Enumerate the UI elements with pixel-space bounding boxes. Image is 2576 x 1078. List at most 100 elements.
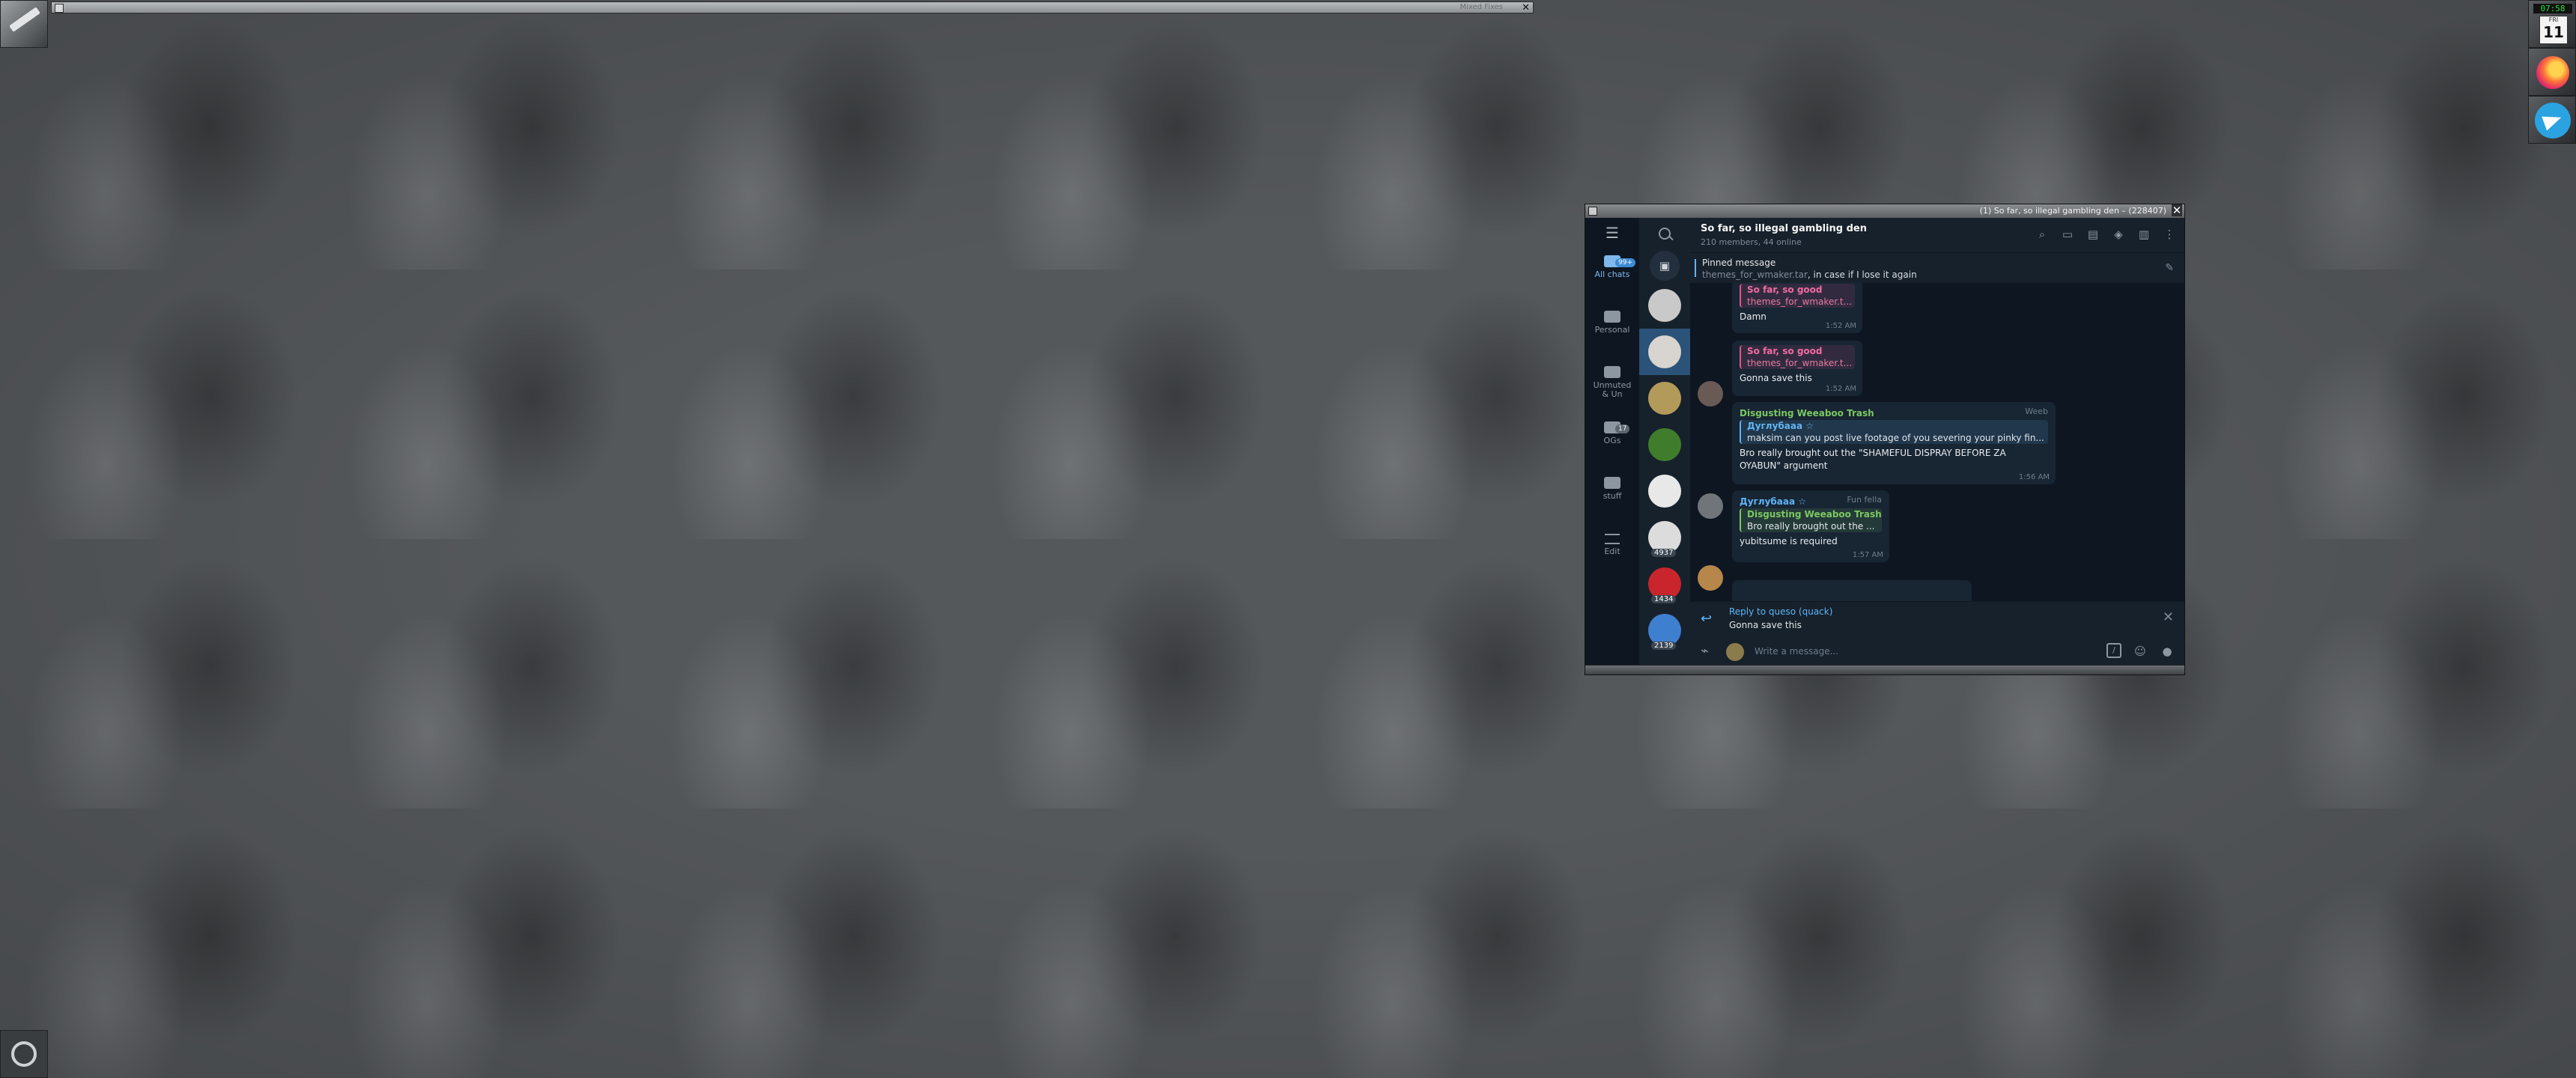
message-time: 1:52 AM bbox=[1825, 385, 1856, 393]
reply-bar[interactable]: ↩ Reply to queso (quack) Gonna save this… bbox=[1690, 601, 2184, 636]
message-input[interactable] bbox=[1753, 642, 2145, 661]
message-time: 1:56 AM bbox=[2018, 473, 2050, 481]
message-bubble[interactable]: So far, so good themes_for_wmaker.t... G… bbox=[1732, 341, 1862, 396]
chat-list-item[interactable] bbox=[1639, 421, 1690, 468]
chat-header[interactable]: So far, so illegal gambling den 210 memb… bbox=[1690, 218, 2184, 252]
chat-list-item[interactable] bbox=[1639, 282, 1690, 329]
close-button[interactable]: ✕ bbox=[1522, 2, 1530, 13]
reply-to-name: Reply to queso (quack) bbox=[1729, 606, 1833, 617]
message-bubble[interactable]: So far, so good themes_for_wmaker.t... D… bbox=[1732, 282, 1862, 333]
chat-list-item[interactable] bbox=[1639, 375, 1690, 421]
folder-personal[interactable]: Personal bbox=[1585, 311, 1639, 359]
close-icon[interactable]: ✕ bbox=[2163, 609, 2174, 625]
chat-list-item[interactable]: 1434 bbox=[1639, 561, 1690, 607]
folder-stuff[interactable]: stuff bbox=[1585, 477, 1639, 525]
pin-list-icon[interactable]: ✎ bbox=[2165, 262, 2174, 274]
message-text: Gonna save this bbox=[1740, 373, 1812, 383]
desktop-background bbox=[0, 0, 2576, 1078]
unread-badge: 17 bbox=[1615, 424, 1630, 433]
clip-icon[interactable] bbox=[0, 1030, 48, 1078]
folder-label: Unmuted & Un bbox=[1593, 380, 1632, 399]
message-sender[interactable]: Disgusting Weeaboo Trash bbox=[1740, 406, 2048, 420]
avatar[interactable] bbox=[1698, 565, 1723, 591]
comments-icon[interactable]: ▭ bbox=[2060, 227, 2075, 242]
emoji-icon[interactable]: ☺ bbox=[2132, 643, 2148, 660]
message-time: 1:57 AM bbox=[1852, 551, 1883, 559]
chat-list-item[interactable]: 2139 bbox=[1639, 607, 1690, 654]
windowmaker-appicon[interactable] bbox=[0, 0, 48, 48]
miniaturize-button[interactable] bbox=[1588, 207, 1597, 216]
unread-count: 1434 bbox=[1651, 595, 1677, 603]
message-text: Bro really brought out the "SHAMEFUL DIS… bbox=[1740, 448, 2006, 471]
chat-list-item[interactable] bbox=[1639, 329, 1690, 375]
folder-unmuted[interactable]: Unmuted & Un bbox=[1585, 366, 1639, 414]
reply-text: themes_for_wmaker.t... bbox=[1747, 296, 1853, 307]
search-button[interactable] bbox=[1639, 218, 1690, 249]
chat-subtitle: 210 members, 44 online bbox=[1701, 237, 1802, 247]
folder-all-chats[interactable]: 99+ All chats bbox=[1585, 255, 1639, 303]
folder-label: stuff bbox=[1603, 491, 1622, 501]
close-button[interactable]: ✕ bbox=[2172, 204, 2182, 216]
window-titlebar[interactable]: (1) So far, so illegal gambling den – (2… bbox=[1585, 204, 2184, 219]
calendar-icon[interactable]: ▤ bbox=[2086, 227, 2100, 242]
dock-clock-tile[interactable]: 07:58 FRI 11 bbox=[2528, 0, 2576, 48]
reply-to-text: Gonna save this bbox=[1729, 620, 1802, 630]
microphone-icon[interactable]: ● bbox=[2159, 643, 2175, 660]
chat-list-item[interactable]: 4937 bbox=[1639, 514, 1690, 561]
folder-label: Personal bbox=[1594, 325, 1630, 335]
unread-badge: 99+ bbox=[1615, 258, 1635, 267]
composer: ⌁ / ☺ ● bbox=[1690, 636, 2184, 667]
search-icon[interactable]: ⌕ bbox=[2035, 227, 2050, 242]
shield-icon[interactable]: ◈ bbox=[2111, 227, 2126, 242]
folders-sidebar: ☰ 99+ All chats Personal Unmuted & Un 17… bbox=[1585, 218, 1639, 666]
avatar[interactable] bbox=[1698, 381, 1723, 406]
message-text: yubitsume is required bbox=[1740, 536, 1838, 546]
message-bubble[interactable] bbox=[1732, 580, 1972, 601]
message-bubble[interactable]: Disgusting Weeaboo Trash Weeb Дуглубааа … bbox=[1732, 402, 2056, 484]
pinned-text-rest: , in case if I lose it again bbox=[1807, 270, 1917, 280]
folder-icon bbox=[1604, 366, 1620, 378]
dock-telegram[interactable] bbox=[2528, 96, 2576, 144]
pinned-message[interactable]: Pinned message themes_for_wmaker.tar, in… bbox=[1690, 252, 2184, 283]
menu-icon[interactable]: ☰ bbox=[1585, 218, 1639, 248]
pinned-title: Pinned message bbox=[1702, 258, 1776, 268]
window-title: Mixed Fixes bbox=[1459, 3, 1503, 11]
pinned-text: themes_for_wmaker.tar, in case if I lose… bbox=[1702, 270, 1917, 280]
window-resizebar[interactable] bbox=[1585, 665, 2184, 674]
pen-icon bbox=[9, 7, 40, 32]
folder-icon bbox=[1604, 477, 1620, 489]
sliders-icon bbox=[1605, 534, 1620, 544]
more-icon[interactable]: ⋮ bbox=[2162, 227, 2177, 242]
reply-preview[interactable]: Дуглубааа ☆ maksim can you post live foo… bbox=[1740, 420, 2048, 444]
send-as-avatar[interactable] bbox=[1726, 643, 1744, 661]
pinned-link[interactable]: themes_for_wmaker.tar bbox=[1702, 270, 1808, 280]
folder-ogs[interactable]: 17 OGs bbox=[1585, 421, 1639, 469]
clock-time: 07:58 bbox=[2533, 4, 2572, 13]
reply-preview[interactable]: So far, so good themes_for_wmaker.t... bbox=[1740, 345, 1855, 369]
chat-avatar bbox=[1648, 335, 1681, 368]
reply-name: Disgusting Weeaboo Trash bbox=[1747, 509, 1882, 520]
miniaturize-button[interactable] bbox=[55, 4, 64, 13]
avatar[interactable] bbox=[1698, 493, 1723, 519]
message-list: So far, so good themes_for_wmaker.t... D… bbox=[1690, 282, 2184, 601]
reply-preview[interactable]: So far, so good themes_for_wmaker.t... bbox=[1740, 284, 1855, 308]
reply-preview[interactable]: Disgusting Weeaboo Trash Bro really brou… bbox=[1740, 508, 1882, 532]
sidebar-icon[interactable]: ▥ bbox=[2136, 227, 2151, 242]
dock: 07:58 FRI 11 bbox=[2528, 0, 2576, 144]
reply-name: So far, so good bbox=[1747, 284, 1823, 295]
clock-day: 11 bbox=[2543, 23, 2564, 41]
commands-icon[interactable]: / bbox=[2106, 643, 2121, 658]
message-bubble[interactable]: Дуглубааа ☆ Fun fella Disgusting Weeaboo… bbox=[1732, 490, 1889, 562]
ring-icon bbox=[11, 1041, 37, 1067]
chat-avatar bbox=[1648, 289, 1681, 322]
unread-count: 2139 bbox=[1651, 642, 1677, 650]
folder-edit[interactable]: Edit bbox=[1585, 534, 1639, 582]
dock-firefox[interactable] bbox=[2528, 48, 2576, 96]
sender-rank: Fun fella bbox=[1847, 495, 1882, 505]
chat-area: So far, so illegal gambling den 210 memb… bbox=[1690, 218, 2184, 667]
archive-chat[interactable]: ▣ bbox=[1639, 249, 1690, 282]
calendar-icon: FRI 11 bbox=[2539, 16, 2568, 44]
chat-list-item[interactable] bbox=[1639, 468, 1690, 514]
minimized-window-titlebar[interactable]: Mixed Fixes ✕ bbox=[51, 1, 1534, 13]
attach-icon[interactable]: ⌁ bbox=[1701, 643, 1709, 659]
